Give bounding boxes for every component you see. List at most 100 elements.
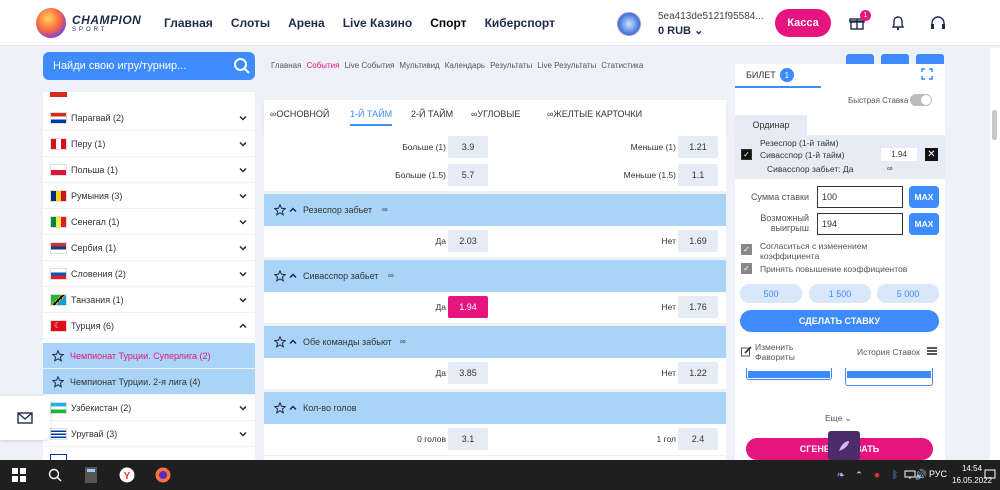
market-header[interactable]: Сивасспор забьет ∞ [264,260,726,292]
bet-item-checkbox[interactable]: ✓ [741,149,752,160]
star-icon[interactable] [274,270,286,282]
crumb-multiview[interactable]: Мультивид [399,61,439,70]
market-header[interactable]: Резеспор забьет ∞ [264,194,726,226]
record-icon[interactable]: ● [868,466,886,484]
sidebar-item-turkey[interactable]: ☾ Турция (6) [43,313,255,339]
max-win-button[interactable]: MAX [909,213,939,235]
odds-button[interactable]: 3.9 [448,136,488,158]
edit-icon[interactable] [741,346,752,357]
language-indicator[interactable]: РУС [929,469,947,479]
chevron-up-icon[interactable]: ⌃ [850,466,868,484]
sidebar-item-serbia[interactable]: Сербия (1) [43,235,255,261]
sidebar-league-2-lig[interactable]: Чемпионат Турции. 2-я лига (4) [43,369,255,395]
odds-button[interactable]: 3.1 [448,428,488,450]
feather-tray-icon[interactable]: ❧ [832,466,850,484]
sidebar-item-uzbekistan[interactable]: Узбекистан (2) [43,395,255,421]
crumb-calendar[interactable]: Календарь [445,61,485,70]
star-icon[interactable] [274,336,286,348]
remove-bet-button[interactable]: ✕ [925,148,938,161]
odds-button[interactable]: 2.03 [448,230,488,252]
slip-action-button[interactable] [881,54,909,64]
calculator-icon[interactable] [82,466,100,484]
odds-button[interactable]: 1.22 [678,362,718,384]
quick-amount-5000[interactable]: 5 000 [877,284,939,303]
tab-ordinar[interactable]: Ординар [735,115,807,135]
odds-button[interactable]: 3.85 [448,362,488,384]
quick-bet-toggle[interactable] [910,94,932,106]
max-stake-button[interactable]: MAX [909,186,939,208]
search-input[interactable]: Найди свою игру/турнир... [43,52,255,80]
star-icon[interactable] [274,402,286,414]
expand-icon[interactable] [921,68,933,80]
star-icon[interactable] [52,376,64,388]
crumb-live-events[interactable]: Live События [344,61,394,70]
bell-icon[interactable] [889,14,907,32]
market-header[interactable]: Обе команды забьют ∞ [264,326,726,358]
edit-favorites-line2[interactable]: Фавориты [755,352,795,362]
yandex-browser-icon[interactable]: Y [118,466,136,484]
crumb-main[interactable]: Главная [271,61,301,70]
odds-button[interactable]: 5.7 [448,164,488,186]
quick-amount-1500[interactable]: 1 500 [809,284,871,303]
mail-button[interactable] [0,396,50,440]
windows-start-icon[interactable] [10,466,28,484]
odds-button[interactable]: 1.21 [678,136,718,158]
feather-icon[interactable] [828,431,860,460]
headset-icon[interactable] [929,14,947,32]
balance-dropdown[interactable]: 0 RUB ⌄ [658,24,703,37]
sidebar-item-tanzania[interactable]: Танзания (1) [43,287,255,313]
search-icon[interactable] [233,57,251,75]
nav-sport[interactable]: Спорт [430,16,466,30]
nav-main[interactable]: Главная [164,16,213,30]
more-link[interactable]: Еще ⌄ [825,413,852,423]
tab-main[interactable]: ∞ОСНОВНОЙ [270,109,329,119]
logo[interactable]: CHAMPION SPORT [36,8,141,38]
volume-icon[interactable]: 🔊 [912,466,930,484]
sidebar-league-super-lig[interactable]: Чемпионат Турции. Суперлига (2) [43,343,255,369]
tab-corners[interactable]: ∞УГЛОВЫЕ [471,109,520,119]
nav-esport[interactable]: Киберспорт [485,16,555,30]
bet-history-link[interactable]: История Ставок [857,347,920,357]
nav-live-casino[interactable]: Live Казино [343,16,413,30]
make-bet-button[interactable]: СДЕЛАТЬ СТАВКУ [740,310,939,332]
slip-action-button[interactable] [846,54,874,64]
stake-input[interactable]: 100 [817,186,903,208]
nav-slots[interactable]: Слоты [231,16,270,30]
sidebar-item-partial[interactable] [43,447,255,460]
odds-button-selected[interactable]: 1.94 [448,296,488,318]
kassa-button[interactable]: Касса [775,9,831,37]
menu-icon[interactable] [927,346,937,356]
crumb-statistics[interactable]: Статистика [601,61,643,70]
sidebar-item-senegal[interactable]: Сенегал (1) [43,209,255,235]
taskbar-clock[interactable]: 14:54 16.05.2022 [952,463,992,487]
market-header[interactable]: Кол-во голов [264,392,726,424]
nav-arena[interactable]: Арена [288,16,325,30]
star-icon[interactable] [274,204,286,216]
firefox-icon[interactable] [154,466,172,484]
crumb-results[interactable]: Результаты [490,61,532,70]
sidebar-item-peru[interactable]: Перу (1) [43,131,255,157]
tab-ticket[interactable]: БИЛЕТ 1 [746,68,794,82]
edit-favorites-line1[interactable]: Изменить [755,342,793,352]
tab-yellow-cards[interactable]: ∞ЖЕЛТЫЕ КАРТОЧКИ [547,109,642,119]
quick-amount-500[interactable]: 500 [740,284,802,303]
odds-button[interactable]: 2.4 [678,428,718,450]
sidebar-item-slovenia[interactable]: Словения (2) [43,261,255,287]
crumb-live-results[interactable]: Live Результаты [537,61,596,70]
sidebar-item-poland[interactable]: Польша (1) [43,157,255,183]
agree-change-checkbox[interactable]: ✓ [741,244,752,255]
sidebar-item-uruguay[interactable]: Уругвай (3) [43,421,255,447]
star-icon[interactable] [52,350,64,362]
avatar[interactable] [617,12,641,36]
sidebar-item-romania[interactable]: Румыния (3) [43,183,255,209]
search-icon[interactable] [46,466,64,484]
crumb-events[interactable]: События [306,61,339,70]
odds-button[interactable]: 1.76 [678,296,718,318]
accept-increase-checkbox[interactable]: ✓ [741,263,752,274]
sidebar-item-paraguay[interactable]: Парагвай (2) [43,105,255,131]
scrollbar-thumb[interactable] [992,110,997,140]
odds-button[interactable]: 1.69 [678,230,718,252]
tab-2nd-half[interactable]: 2-Й ТАЙМ [411,109,453,119]
slip-action-button[interactable] [916,54,944,64]
odds-button[interactable]: 1.1 [678,164,718,186]
